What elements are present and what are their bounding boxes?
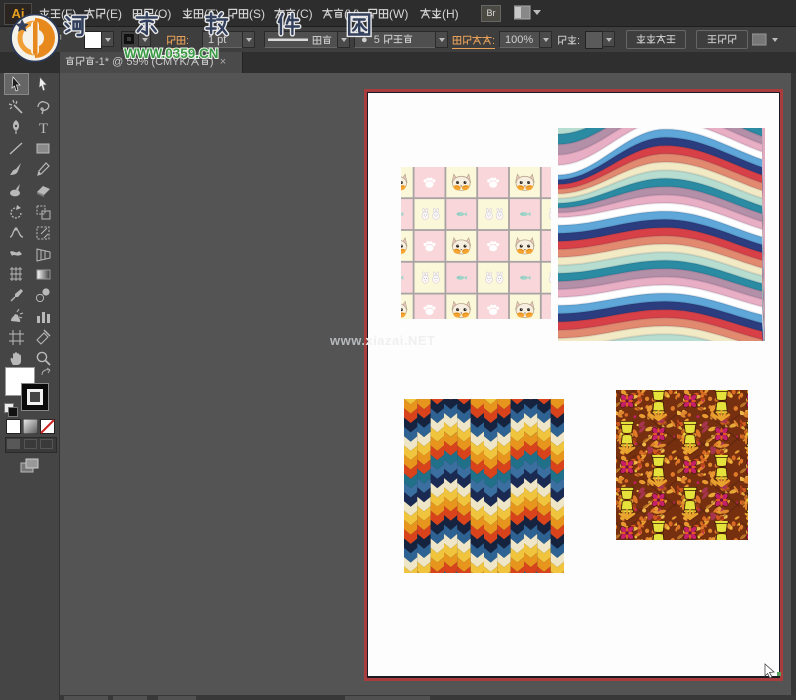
svg-text:T: T <box>39 121 48 136</box>
svg-text:WWW.0359.CN: WWW.0359.CN <box>124 46 219 61</box>
